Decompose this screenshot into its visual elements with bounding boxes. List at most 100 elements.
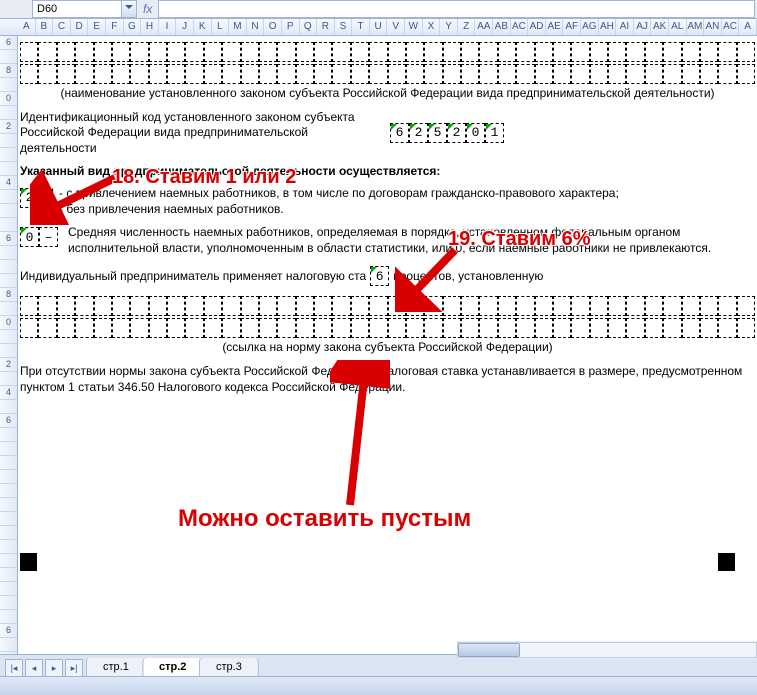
input-cell[interactable] xyxy=(351,64,369,84)
input-cell[interactable] xyxy=(424,64,442,84)
input-cell[interactable] xyxy=(38,64,56,84)
sheet-tab[interactable]: стр.2 xyxy=(142,658,203,677)
name-box[interactable]: D60 xyxy=(32,0,122,18)
input-cell[interactable] xyxy=(590,42,608,62)
column-header[interactable]: Y xyxy=(440,19,458,35)
input-cell[interactable] xyxy=(167,318,185,338)
input-cell[interactable] xyxy=(369,64,387,84)
input-cell[interactable] xyxy=(443,42,461,62)
column-header[interactable]: G xyxy=(124,19,142,35)
input-cell[interactable] xyxy=(332,296,350,316)
column-header[interactable]: A xyxy=(739,19,757,35)
input-cell[interactable] xyxy=(645,318,663,338)
input-cell[interactable] xyxy=(20,318,38,338)
column-header[interactable]: AL xyxy=(669,19,687,35)
column-header[interactable]: U xyxy=(370,19,388,35)
input-cell[interactable] xyxy=(443,318,461,338)
input-cell[interactable] xyxy=(406,42,424,62)
input-cell[interactable] xyxy=(535,296,553,316)
input-cell[interactable] xyxy=(718,296,736,316)
input-cell[interactable] xyxy=(332,42,350,62)
column-header[interactable]: N xyxy=(247,19,265,35)
column-header[interactable]: AN xyxy=(704,19,722,35)
row-header[interactable]: 2 xyxy=(0,358,17,372)
input-cell[interactable] xyxy=(314,296,332,316)
input-cell[interactable] xyxy=(516,64,534,84)
input-cell[interactable] xyxy=(259,296,277,316)
input-cell[interactable] xyxy=(443,296,461,316)
input-cell[interactable] xyxy=(241,42,259,62)
input-cell[interactable] xyxy=(332,318,350,338)
column-header[interactable]: B xyxy=(36,19,54,35)
id-code-cell[interactable]: 0 xyxy=(466,123,485,143)
input-cell[interactable] xyxy=(296,42,314,62)
column-header[interactable]: AB xyxy=(493,19,511,35)
row-header[interactable] xyxy=(0,512,17,526)
input-cell[interactable] xyxy=(700,64,718,84)
row-header[interactable] xyxy=(0,456,17,470)
row-header[interactable] xyxy=(0,204,17,218)
id-code-cells[interactable]: 625201 xyxy=(390,123,504,143)
input-cell[interactable] xyxy=(149,42,167,62)
column-header[interactable]: L xyxy=(212,19,230,35)
input-cell[interactable] xyxy=(38,42,56,62)
column-header[interactable]: C xyxy=(53,19,71,35)
row-header[interactable]: 0 xyxy=(0,92,17,106)
row-header[interactable] xyxy=(0,344,17,358)
input-cell[interactable] xyxy=(737,64,755,84)
input-cell[interactable] xyxy=(314,318,332,338)
input-cell[interactable] xyxy=(388,296,406,316)
input-cell[interactable] xyxy=(222,64,240,84)
name-entry-row-2[interactable] xyxy=(20,64,755,84)
row-header[interactable] xyxy=(0,582,17,596)
input-cell[interactable] xyxy=(94,64,112,84)
row-header[interactable]: 6 xyxy=(0,414,17,428)
input-cell[interactable] xyxy=(479,318,497,338)
row-header[interactable] xyxy=(0,638,17,652)
column-header[interactable]: Q xyxy=(300,19,318,35)
input-cell[interactable] xyxy=(57,318,75,338)
column-header[interactable]: AC xyxy=(722,19,740,35)
input-cell[interactable] xyxy=(259,42,277,62)
column-header[interactable]: AF xyxy=(563,19,581,35)
column-header[interactable]: Z xyxy=(458,19,476,35)
input-cell[interactable] xyxy=(626,296,644,316)
row-header[interactable]: 4 xyxy=(0,386,17,400)
row-header[interactable] xyxy=(0,568,17,582)
input-cell[interactable] xyxy=(388,64,406,84)
input-cell[interactable] xyxy=(75,64,93,84)
tab-prev-icon[interactable]: ◂ xyxy=(25,659,43,677)
law-reference-row-1[interactable] xyxy=(20,296,755,316)
input-cell[interactable] xyxy=(461,318,479,338)
input-cell[interactable] xyxy=(130,296,148,316)
input-cell[interactable] xyxy=(461,64,479,84)
worksheet[interactable]: (наименование установленного законом суб… xyxy=(18,36,757,647)
input-cell[interactable] xyxy=(369,296,387,316)
input-cell[interactable] xyxy=(700,42,718,62)
input-cell[interactable] xyxy=(204,296,222,316)
input-cell[interactable] xyxy=(406,64,424,84)
input-cell[interactable] xyxy=(277,42,295,62)
input-cell[interactable] xyxy=(737,42,755,62)
input-cell[interactable] xyxy=(553,318,571,338)
input-cell[interactable] xyxy=(479,42,497,62)
input-cell[interactable] xyxy=(718,42,736,62)
input-cell[interactable] xyxy=(535,64,553,84)
input-cell[interactable] xyxy=(75,296,93,316)
input-cell[interactable] xyxy=(296,64,314,84)
column-header[interactable]: AJ xyxy=(634,19,652,35)
input-cell[interactable] xyxy=(590,296,608,316)
row-header[interactable] xyxy=(0,162,17,176)
input-cell[interactable] xyxy=(718,64,736,84)
input-cell[interactable] xyxy=(479,296,497,316)
row-header[interactable] xyxy=(0,540,17,554)
input-cell[interactable] xyxy=(94,318,112,338)
name-entry-row-1[interactable] xyxy=(20,42,755,62)
input-cell[interactable] xyxy=(149,318,167,338)
input-cell[interactable] xyxy=(682,296,700,316)
row-header[interactable] xyxy=(0,596,17,610)
input-cell[interactable] xyxy=(498,64,516,84)
row-header[interactable]: 6 xyxy=(0,232,17,246)
activity-type-value[interactable]: 2 xyxy=(20,188,39,208)
column-header[interactable]: J xyxy=(176,19,194,35)
